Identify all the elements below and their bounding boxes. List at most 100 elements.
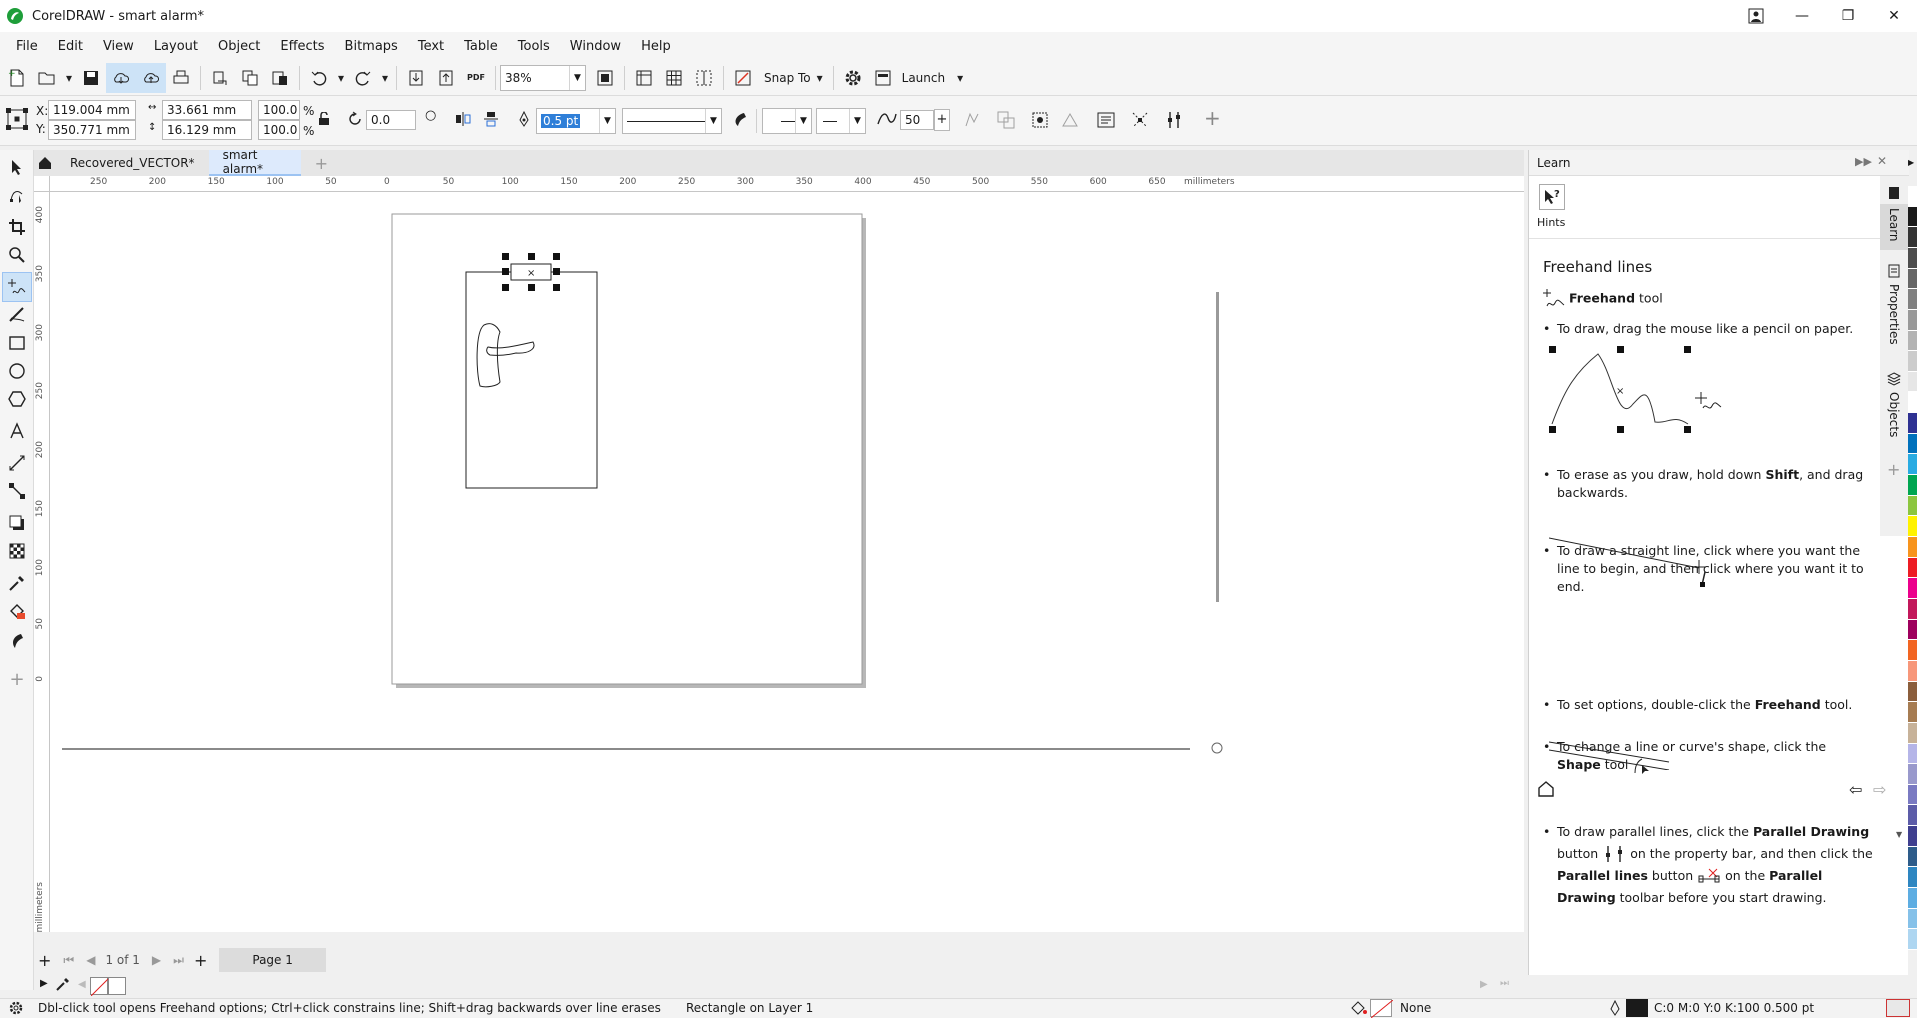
learn-back-icon[interactable]: ⇦ <box>1849 780 1862 799</box>
end-arrowhead-combo[interactable]: ▼ <box>816 108 866 134</box>
full-screen-preview-icon[interactable] <box>590 63 620 93</box>
palette-swatch[interactable] <box>1908 764 1917 785</box>
menu-text[interactable]: Text <box>408 39 454 54</box>
minimize-button[interactable]: — <box>1779 0 1825 32</box>
polygon-tool-icon[interactable] <box>2 384 32 414</box>
tab-smart-alarm[interactable]: smart alarm* <box>208 148 301 176</box>
palette-swatch[interactable] <box>1908 495 1917 517</box>
palette-swatch[interactable] <box>1908 826 1917 847</box>
transparency-tool-icon[interactable] <box>2 536 32 566</box>
palette-swatch[interactable] <box>1908 227 1917 248</box>
palette-swatch[interactable] <box>1908 702 1917 723</box>
close-button[interactable]: ✕ <box>1871 0 1917 32</box>
smart-fill-tool-icon[interactable] <box>2 626 32 656</box>
docker-collapse-icon[interactable]: ▶▶ <box>1855 155 1872 168</box>
rectangle-tool-icon[interactable] <box>2 328 32 358</box>
lock-ratio-icon[interactable] <box>318 112 330 126</box>
tab-properties[interactable]: Properties <box>1880 280 1908 360</box>
palette-swatch[interactable] <box>1908 330 1917 352</box>
tab-objects[interactable]: Objects <box>1880 388 1908 448</box>
eyedropper-tool-icon[interactable] <box>2 568 32 598</box>
palette-scroll-right-icon[interactable]: ▶ <box>1480 979 1488 990</box>
palette-swatch[interactable] <box>1908 186 1917 207</box>
snap-to-dropdown-icon[interactable]: ▾ <box>811 63 829 93</box>
pressure-icon[interactable] <box>1060 110 1080 130</box>
palette-menu-icon[interactable]: ▶ <box>1908 158 1914 167</box>
last-page-icon[interactable]: ⏭ <box>173 953 184 968</box>
snap-off-icon[interactable] <box>728 63 758 93</box>
palette-swatch[interactable] <box>1908 309 1917 331</box>
cut-icon[interactable] <box>205 63 235 93</box>
launch-dropdown-icon[interactable]: ▾ <box>945 63 975 93</box>
palette-swatch[interactable] <box>1908 351 1917 372</box>
pick-tool-icon[interactable] <box>2 152 32 182</box>
publish-pdf-icon[interactable]: PDF <box>461 63 491 93</box>
chevron-down-icon[interactable]: ▼ <box>795 109 811 133</box>
palette-swatch[interactable] <box>1908 454 1917 476</box>
open-dropdown-icon[interactable]: ▾ <box>62 63 76 93</box>
drawing-canvas[interactable]: × <box>50 192 1524 932</box>
new-tab-button[interactable]: + <box>301 150 342 176</box>
scale-y-field[interactable]: 100.0 <box>258 120 300 140</box>
palette-swatch[interactable] <box>1908 371 1917 393</box>
curve-smoothing-field[interactable]: 50 <box>900 110 934 130</box>
start-arrowhead-combo[interactable]: ▼ <box>762 108 812 134</box>
palette-swatch[interactable] <box>1908 619 1917 641</box>
cloud-download-icon[interactable] <box>106 62 136 93</box>
add-tool-button[interactable]: + <box>2 664 32 694</box>
maximize-button[interactable]: ❐ <box>1825 0 1871 32</box>
y-position-field[interactable]: 350.771 mm <box>48 120 136 140</box>
palette-swatch[interactable] <box>1908 413 1917 434</box>
options-gear-icon[interactable] <box>838 63 868 93</box>
docker-scroll-down-icon[interactable]: ▼ <box>1896 830 1902 839</box>
text-tool-icon[interactable] <box>2 416 32 446</box>
menu-bitmaps[interactable]: Bitmaps <box>335 39 408 54</box>
redo-icon[interactable] <box>348 63 378 93</box>
cloud-upload-icon[interactable] <box>136 62 166 93</box>
nodes-icon[interactable] <box>1130 110 1150 130</box>
closed-curve-icon[interactable] <box>962 110 982 130</box>
menu-effects[interactable]: Effects <box>270 39 334 54</box>
palette-scroll-left-icon[interactable]: ◀ <box>78 979 86 990</box>
ruler-origin-corner[interactable] <box>34 176 50 192</box>
palette-expand-icon[interactable]: ▶ <box>40 978 48 989</box>
palette-swatch[interactable] <box>1908 660 1917 682</box>
palette-swatch[interactable] <box>1908 206 1917 228</box>
page-1-tab[interactable]: Page 1 <box>219 948 326 972</box>
shape-tool-icon[interactable] <box>2 180 32 210</box>
drop-shadow-tool-icon[interactable] <box>2 508 32 538</box>
export-icon[interactable] <box>431 63 461 93</box>
ellipse-tool-icon[interactable] <box>2 356 32 386</box>
line-style-combo[interactable]: ▼ <box>622 108 722 134</box>
rotation-field[interactable]: 0.0 <box>366 110 416 130</box>
menu-table[interactable]: Table <box>454 39 508 54</box>
snap-to-button[interactable]: Snap To <box>764 71 811 85</box>
status-gear-icon[interactable] <box>8 1000 24 1016</box>
outline-pen-status-icon[interactable] <box>1608 1000 1622 1016</box>
palette-eyedropper-icon[interactable] <box>56 977 70 991</box>
learn-forward-icon[interactable]: ⇨ <box>1873 780 1886 799</box>
menu-object[interactable]: Object <box>208 39 270 54</box>
palette-swatch[interactable] <box>1908 867 1917 889</box>
tab-learn[interactable]: Learn <box>1880 204 1908 250</box>
copy-icon[interactable] <box>235 63 265 93</box>
smoothing-slider-button[interactable]: + <box>934 109 950 131</box>
add-docker-button[interactable]: + <box>1887 460 1900 479</box>
color-proof-icon[interactable] <box>1886 999 1910 1017</box>
palette-swatch[interactable] <box>1908 929 1917 950</box>
redo-dropdown-icon[interactable]: ▾ <box>378 63 392 93</box>
palette-swatch[interactable] <box>1908 908 1917 930</box>
palette-swatch[interactable] <box>1908 578 1917 599</box>
white-swatch[interactable] <box>108 977 126 995</box>
wrap-text-icon[interactable] <box>1096 110 1116 130</box>
chevron-down-icon[interactable]: ▼ <box>599 109 615 133</box>
learn-home-icon[interactable] <box>1537 780 1555 798</box>
connector-tool-icon[interactable] <box>2 476 32 506</box>
palette-swatch[interactable] <box>1908 289 1917 310</box>
object-origin-icon[interactable] <box>4 106 30 132</box>
chevron-down-icon[interactable]: ▼ <box>569 65 585 90</box>
palette-swatch[interactable] <box>1908 805 1917 827</box>
no-color-swatch[interactable] <box>90 977 110 997</box>
horizontal-scrollbar-track[interactable] <box>62 748 1190 750</box>
show-guidelines-icon[interactable] <box>689 63 719 93</box>
